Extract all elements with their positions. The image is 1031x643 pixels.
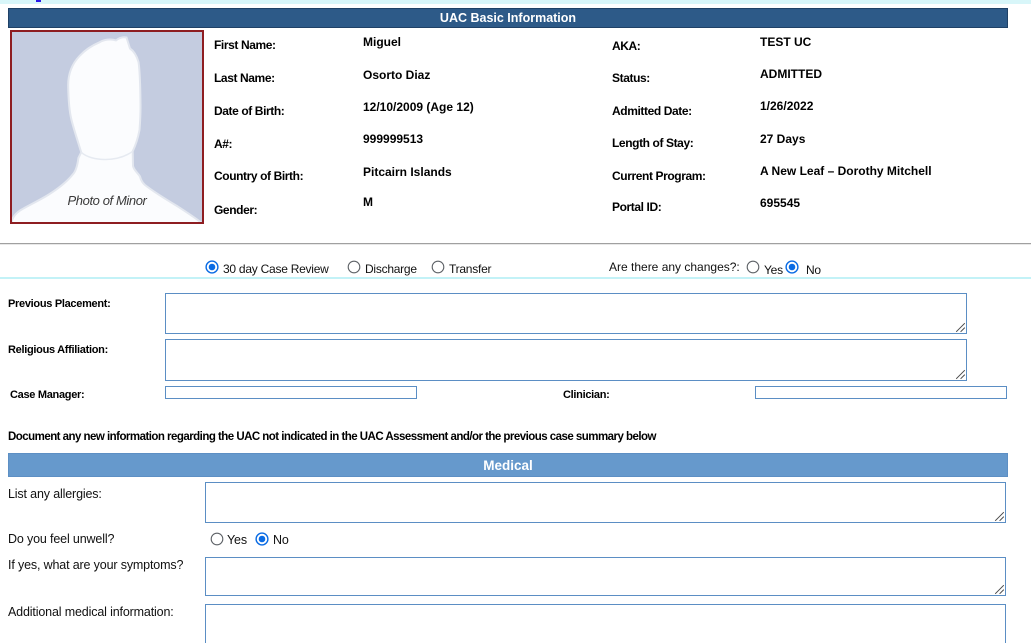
svg-text:Photo of Minor: Photo of Minor <box>68 193 148 208</box>
